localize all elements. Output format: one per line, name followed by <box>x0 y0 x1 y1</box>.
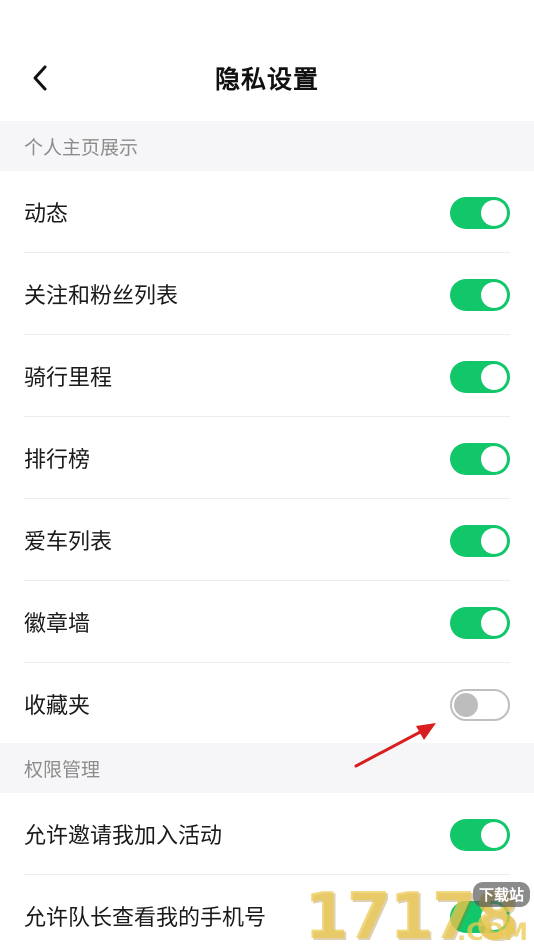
moments-toggle[interactable] <box>450 197 510 229</box>
toggle-knob <box>481 200 507 226</box>
setting-label: 骑行里程 <box>24 366 113 391</box>
favorites-toggle[interactable] <box>450 689 510 721</box>
privacy-settings-page: 隐私设置 个人主页展示 动态 关注和粉丝列表 骑行里程 排行榜 爱车列表 徽章墙… <box>0 0 534 950</box>
follow-fans-toggle[interactable] <box>450 279 510 311</box>
setting-row-follow-fans: 关注和粉丝列表 <box>0 253 534 335</box>
badge-wall-toggle[interactable] <box>450 607 510 639</box>
bike-list-toggle[interactable] <box>450 525 510 557</box>
watermark-suffix: .COM <box>456 918 528 946</box>
setting-label: 关注和粉丝列表 <box>24 284 179 309</box>
section-header-permission-management: 权限管理 <box>0 743 534 793</box>
setting-row-leaderboard: 排行榜 <box>0 417 534 499</box>
setting-row-badge-wall: 徽章墙 <box>0 581 534 663</box>
toggle-knob <box>481 364 507 390</box>
page-title: 隐私设置 <box>214 65 319 94</box>
riding-mileage-toggle[interactable] <box>450 361 510 393</box>
setting-row-favorites: 收藏夹 <box>0 663 534 745</box>
setting-label: 允许队长查看我的手机号 <box>24 906 267 931</box>
setting-row-bike-list: 爱车列表 <box>0 499 534 581</box>
leaderboard-toggle[interactable] <box>450 443 510 475</box>
toggle-knob <box>481 822 507 848</box>
setting-row-riding-mileage: 骑行里程 <box>0 335 534 417</box>
setting-row-allow-activity-invite: 允许邀请我加入活动 <box>0 793 534 875</box>
section-header-profile-display: 个人主页展示 <box>0 121 534 171</box>
toggle-knob <box>481 282 507 308</box>
toggle-knob <box>481 528 507 554</box>
setting-label: 爱车列表 <box>24 530 113 555</box>
watermark-site-badge: 下载站 <box>472 882 530 907</box>
annotation-arrow-icon <box>354 723 436 768</box>
setting-label: 排行榜 <box>24 448 91 473</box>
watermark-logo: 17178 .COM 下载站 <box>304 880 534 950</box>
setting-label: 允许邀请我加入活动 <box>24 824 223 849</box>
toggle-knob <box>481 446 507 472</box>
toggle-knob <box>481 610 507 636</box>
setting-label: 徽章墙 <box>24 612 91 637</box>
setting-label: 收藏夹 <box>24 694 91 719</box>
setting-label: 动态 <box>24 202 69 227</box>
nav-header: 隐私设置 <box>0 0 534 121</box>
setting-row-moments: 动态 <box>0 171 534 253</box>
allow-activity-invite-toggle[interactable] <box>450 819 510 851</box>
toggle-knob <box>454 693 478 717</box>
